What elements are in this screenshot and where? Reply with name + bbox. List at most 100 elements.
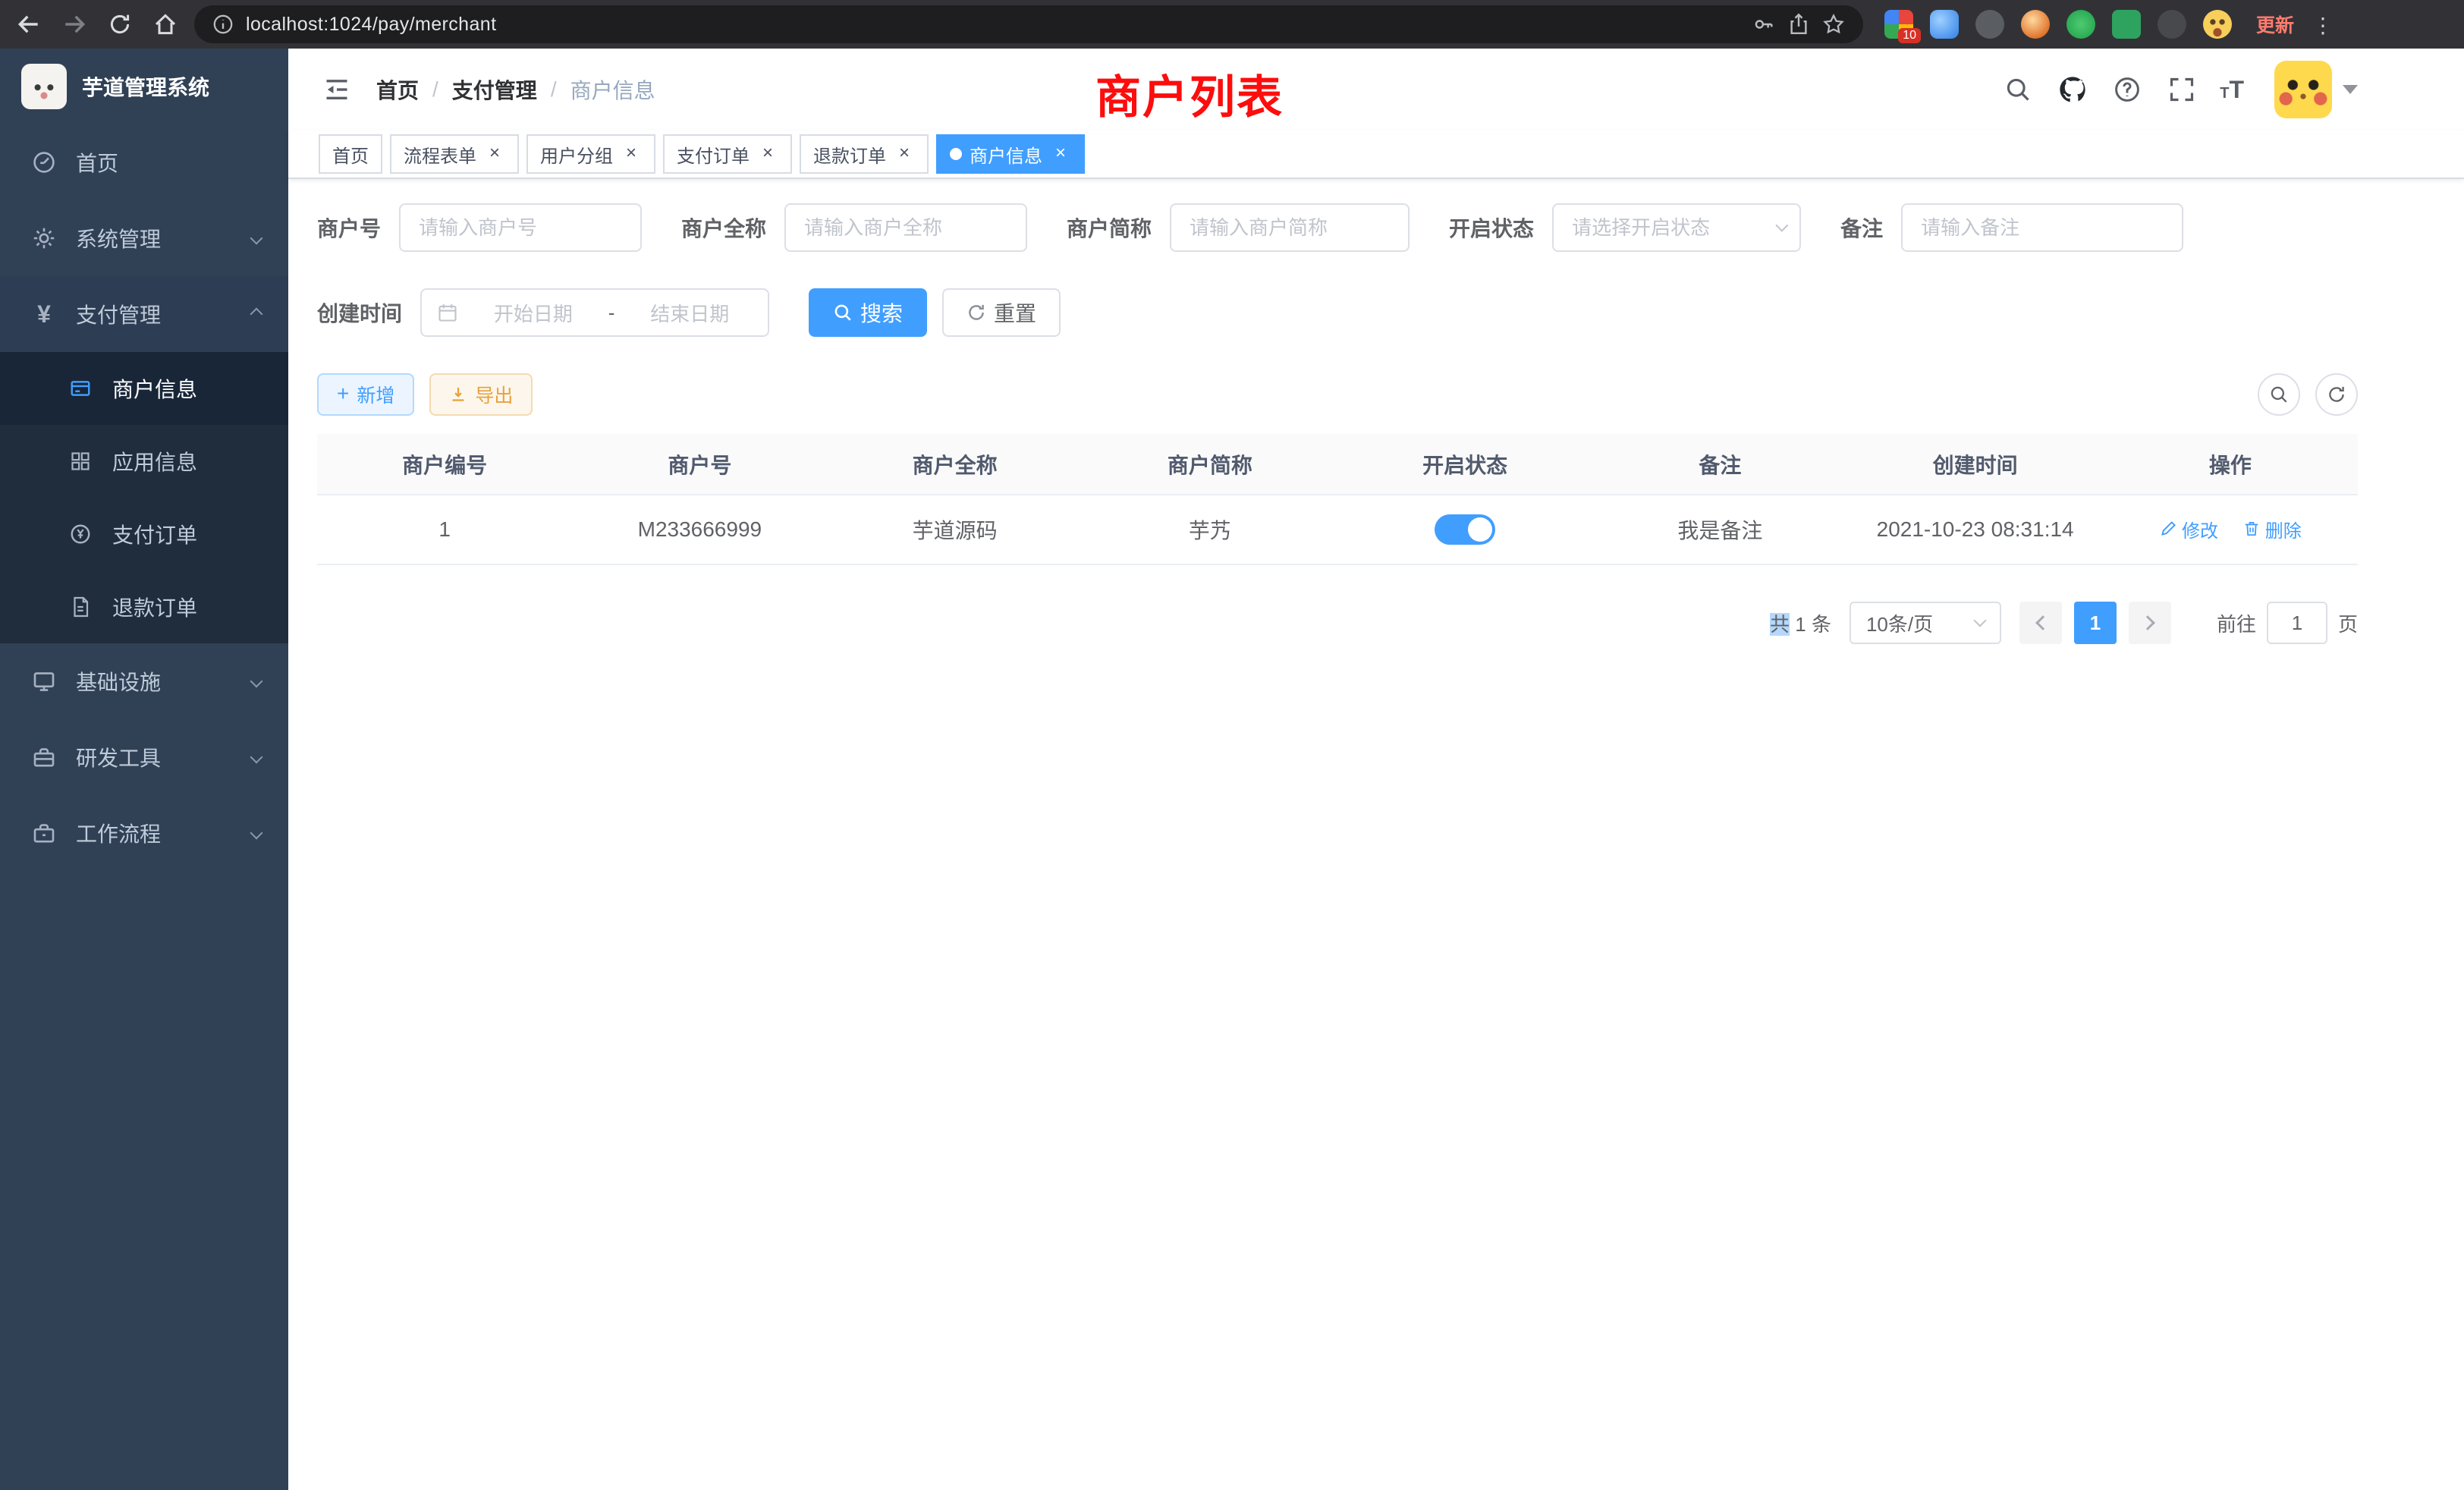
font-size-icon[interactable] [2220, 76, 2244, 104]
app-title: 芋道管理系统 [82, 71, 209, 102]
navbar: 首页 支付管理 商户信息 商户列表 [288, 49, 2464, 130]
status-select[interactable] [1552, 203, 1801, 252]
search-icon[interactable] [2001, 73, 2035, 106]
main-area: 首页 支付管理 商户信息 商户列表 [288, 49, 2464, 1490]
delete-link-label: 删除 [2265, 516, 2302, 542]
full-name-label: 商户全称 [681, 212, 766, 243]
tab-process-form[interactable]: 流程表单 [390, 134, 519, 174]
browser-back-icon[interactable] [9, 5, 49, 44]
reset-button[interactable]: 重置 [942, 288, 1061, 337]
user-menu[interactable] [2274, 61, 2358, 118]
site-info-icon[interactable] [212, 14, 234, 35]
chevron-down-icon [1973, 615, 1986, 627]
help-icon[interactable] [2110, 73, 2144, 106]
page-number-1[interactable]: 1 [2074, 602, 2117, 644]
cell-create-time: 2021-10-23 08:31:14 [1848, 495, 2103, 564]
browser-menu-icon[interactable] [2312, 11, 2334, 39]
breadcrumb-payment[interactable]: 支付管理 [452, 74, 537, 105]
short-name-input[interactable] [1170, 203, 1410, 252]
sidebar-item-infra[interactable]: 基础设施 [0, 643, 288, 719]
add-button[interactable]: 新增 [317, 373, 414, 416]
sidebar-item-system[interactable]: 系统管理 [0, 200, 288, 276]
tags-view-bar: 首页 流程表单 用户分组 支付订单 退款订单 [288, 130, 2464, 179]
browser-home-icon[interactable] [146, 5, 185, 44]
refresh-table-icon[interactable] [2315, 373, 2358, 416]
pagination-total: 共 1 条 [1770, 609, 1831, 637]
next-page-button[interactable] [2129, 602, 2171, 644]
browser-update-button[interactable]: 更新 [2256, 11, 2294, 38]
tab-close-icon[interactable] [621, 143, 642, 165]
cell-status [1337, 495, 1592, 564]
add-button-label: 新增 [357, 381, 394, 408]
logo-avatar [21, 64, 67, 109]
edit-link-label: 修改 [2182, 516, 2218, 542]
browser-forward-icon[interactable] [55, 5, 94, 44]
sidebar-collapse-icon[interactable] [310, 62, 364, 117]
export-button[interactable]: 导出 [429, 373, 533, 416]
col-merchant-id: 商户编号 [317, 434, 572, 495]
calendar-icon [437, 302, 458, 323]
tab-close-icon[interactable] [1050, 143, 1071, 165]
tab-refund-order[interactable]: 退款订单 [800, 134, 929, 174]
sidebar-item-home[interactable]: 首页 [0, 124, 288, 200]
extension-icon-2[interactable] [1930, 10, 1959, 39]
goto-prefix: 前往 [2217, 609, 2256, 637]
remark-input[interactable] [1901, 203, 2183, 252]
goto-page-input[interactable] [2267, 602, 2327, 644]
remark-label: 备注 [1840, 212, 1883, 243]
tab-close-icon[interactable] [894, 143, 915, 165]
sidebar-item-workflow[interactable]: 工作流程 [0, 795, 288, 871]
sidebar-item-refund-order[interactable]: 退款订单 [0, 571, 288, 643]
sidebar-item-devtools[interactable]: 研发工具 [0, 719, 288, 795]
cell-actions: 修改 删除 [2103, 495, 2358, 564]
browser-reload-icon[interactable] [100, 5, 140, 44]
full-name-input[interactable] [784, 203, 1027, 252]
chevron-down-icon [250, 827, 263, 840]
tab-home[interactable]: 首页 [319, 134, 382, 174]
extension-icon-3[interactable] [1975, 10, 2004, 39]
tab-merchant-info[interactable]: 商户信息 [936, 134, 1085, 174]
merchant-no-input[interactable] [399, 203, 642, 252]
breadcrumb-home[interactable]: 首页 [376, 74, 419, 105]
share-icon[interactable] [1787, 13, 1810, 36]
search-button[interactable]: 搜索 [809, 288, 927, 337]
password-key-icon[interactable] [1752, 13, 1775, 36]
pagination: 共 1 条 10条/页 1 前往 页 [317, 602, 2358, 644]
tab-close-icon[interactable] [757, 143, 778, 165]
create-time-range-picker[interactable]: 开始日期 - 结束日期 [420, 288, 769, 337]
extension-icon-7[interactable] [2158, 10, 2186, 39]
status-toggle[interactable] [1435, 514, 1495, 545]
page-size-select[interactable]: 10条/页 [1850, 602, 2001, 644]
sidebar-item-pay-order[interactable]: 支付订单 [0, 498, 288, 571]
card-icon [67, 377, 94, 400]
extension-icon-8[interactable] [2203, 10, 2232, 39]
chevron-right-icon [2140, 615, 2155, 630]
toggle-search-icon[interactable] [2258, 373, 2300, 416]
delete-link[interactable]: 删除 [2242, 516, 2302, 542]
prev-page-button[interactable] [2019, 602, 2062, 644]
browser-address-bar[interactable]: localhost:1024/pay/merchant [194, 5, 1863, 43]
github-icon[interactable] [2056, 73, 2089, 106]
merchant-table: 商户编号 商户号 商户全称 商户简称 开启状态 备注 创建时间 操作 1 [317, 434, 2358, 565]
extension-icon-5[interactable] [2066, 10, 2095, 39]
sidebar-item-payment[interactable]: 支付管理 [0, 276, 288, 352]
sidebar-item-merchant-info[interactable]: 商户信息 [0, 352, 288, 425]
merchant-no-label: 商户号 [317, 212, 381, 243]
avatar[interactable] [2274, 61, 2332, 118]
fullscreen-icon[interactable] [2165, 73, 2198, 106]
cell-merchant-id: 1 [317, 495, 572, 564]
tab-pay-order[interactable]: 支付订单 [663, 134, 792, 174]
yen-icon [30, 302, 58, 326]
sidebar-item-app-info[interactable]: 应用信息 [0, 425, 288, 498]
table-row: 1 M233666999 芋道源码 芋艿 我是备注 2021-10-23 08:… [317, 495, 2358, 564]
tab-close-icon[interactable] [484, 143, 505, 165]
tab-user-group[interactable]: 用户分组 [526, 134, 655, 174]
export-button-label: 导出 [475, 381, 513, 408]
extension-icon-4[interactable] [2021, 10, 2050, 39]
toolbox-icon [30, 745, 58, 769]
bookmark-star-icon[interactable] [1822, 13, 1845, 36]
extension-icon-1[interactable]: 10 [1884, 10, 1913, 39]
edit-link[interactable]: 修改 [2159, 516, 2218, 542]
extension-icon-6[interactable] [2112, 10, 2141, 39]
document-icon [67, 596, 94, 618]
